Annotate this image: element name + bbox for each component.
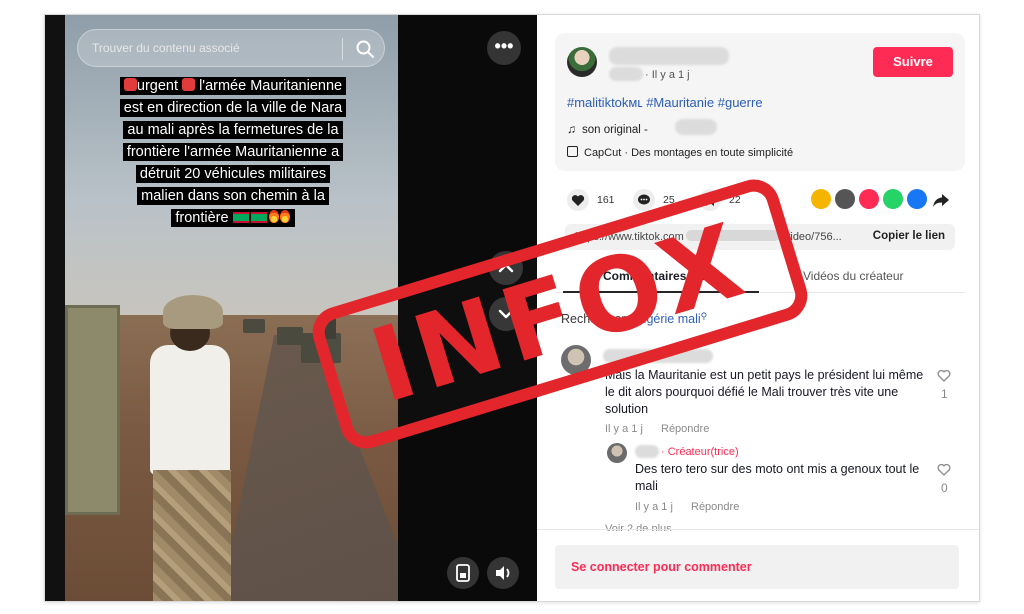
vehicle	[243, 319, 265, 333]
comment-button[interactable]	[633, 189, 655, 211]
more-options-button[interactable]: •••	[487, 31, 521, 65]
search-placeholder: Trouver du contenu associé	[92, 41, 240, 55]
siren-emoji-icon	[123, 78, 137, 91]
embed-icon[interactable]	[835, 189, 855, 209]
screenshot-frame: Trouver du contenu associé ••• urgent l'…	[44, 14, 980, 602]
reply-reply-button[interactable]: Répondre	[691, 501, 739, 513]
speaker-icon	[496, 566, 510, 580]
login-to-comment-link[interactable]: Se connecter pour commenter	[571, 560, 752, 574]
post-info-card: · Il y a 1 j Suivre #malitiktokᴍʟ #Mauri…	[555, 33, 965, 171]
tab-creator-videos[interactable]: Vidéos du créateur	[803, 269, 904, 283]
caption-urgent: urgent	[136, 78, 179, 94]
login-to-comment-bar[interactable]: Se connecter pour commenter	[555, 545, 959, 589]
pip-icon	[456, 564, 470, 582]
vehicle	[277, 327, 303, 345]
caption-line: est en direction de la ville de Nara	[123, 100, 343, 116]
reply-text: Des tero tero sur des moto ont mis a gen…	[635, 462, 920, 493]
facebook-icon[interactable]	[907, 189, 927, 209]
caption-line: frontière	[175, 210, 229, 226]
capcut-row[interactable]: CapCut · Des montages en toute simplicit…	[567, 146, 793, 159]
share-arrow-icon[interactable]	[931, 190, 951, 215]
heart-icon	[571, 195, 585, 206]
caption-line: détruit 20 véhicules militaires	[139, 166, 327, 182]
capcut-label: CapCut · Des montages en toute simplicit…	[584, 147, 794, 159]
blurred-author-handle	[609, 67, 643, 81]
blurred-sound-author	[675, 119, 717, 135]
blurred-creator-name[interactable]	[635, 445, 659, 458]
fire-emoji-icon	[279, 210, 290, 223]
video-caption: urgent l'armée Mauritanienne est en direc…	[97, 75, 369, 229]
copy-link-button[interactable]: Copier le lien	[873, 230, 945, 242]
soldier-hat	[163, 295, 223, 329]
repost-icon[interactable]	[811, 189, 831, 209]
video-letterbox-left	[45, 15, 65, 601]
comment-like-heart-icon[interactable]	[937, 369, 951, 382]
comment-text: Mais la Mauritanie est un petit pays le …	[605, 368, 924, 416]
caption-text: urgent l'armée Mauritanienne est en direc…	[119, 77, 347, 227]
caption-line: au mali après la fermetures de la	[127, 122, 339, 138]
siren-emoji-icon	[182, 78, 196, 91]
creator-avatar[interactable]	[607, 443, 627, 463]
fire-emoji-icon	[268, 210, 279, 223]
music-note-icon: ♫	[567, 122, 576, 136]
related-search-input[interactable]: Trouver du contenu associé	[77, 29, 385, 67]
search-icon[interactable]	[354, 38, 376, 60]
reply-button[interactable]: Répondre	[661, 423, 709, 435]
caption-line: l'armée Mauritanienne	[199, 78, 343, 94]
follow-button[interactable]: Suivre	[873, 47, 953, 77]
hashtags[interactable]: #malitiktokᴍʟ #Mauritanie #guerre	[567, 95, 763, 110]
truck-door	[65, 305, 120, 515]
send-icon[interactable]	[859, 189, 879, 209]
divider	[537, 529, 979, 530]
reply-like-count: 0	[941, 481, 948, 495]
soldier-figure	[150, 345, 230, 475]
caption-line: malien dans son chemin à la	[141, 188, 325, 204]
comment-time: Il y a 1 j	[605, 423, 643, 435]
like-count: 161	[597, 194, 615, 206]
blurred-author-name[interactable]	[609, 47, 729, 65]
picture-in-picture-button[interactable]	[447, 557, 479, 589]
reply-time: Il y a 1 j	[635, 501, 673, 513]
reply-like-heart-icon[interactable]	[937, 463, 951, 476]
author-avatar[interactable]	[567, 47, 597, 77]
caption-line: frontière l'armée Mauritanienne a	[126, 144, 340, 160]
post-time: · Il y a 1 j	[645, 69, 690, 81]
comment-like-count: 1	[941, 387, 948, 401]
soldier-pants	[153, 470, 231, 601]
like-button[interactable]	[567, 189, 589, 211]
search-divider	[342, 38, 343, 60]
capcut-icon	[567, 146, 578, 157]
sound-label: son original -	[582, 124, 648, 136]
volume-button[interactable]	[487, 557, 519, 589]
creator-badge: · Créateur(trice)	[661, 446, 739, 458]
comment-bubble-icon	[638, 194, 650, 205]
whatsapp-icon[interactable]	[883, 189, 903, 209]
mauritania-flag-icon	[250, 212, 267, 223]
sound-row[interactable]: ♫ son original -	[567, 122, 648, 136]
mauritania-flag-icon	[232, 212, 249, 223]
